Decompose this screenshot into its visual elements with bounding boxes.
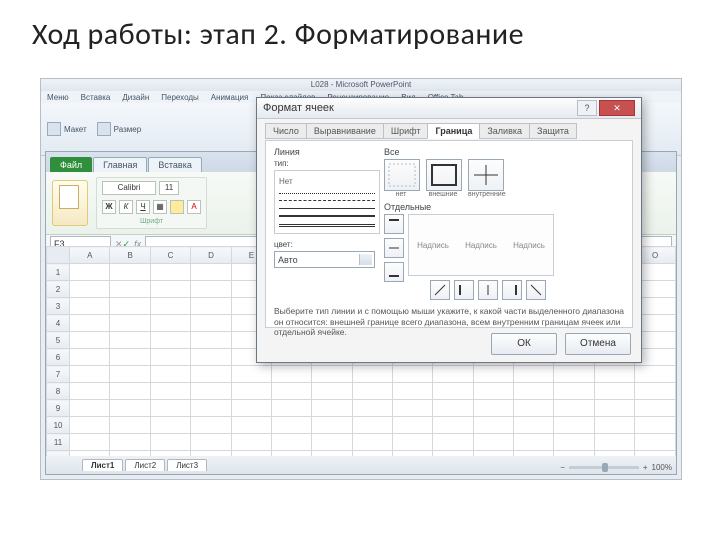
- ppt-menu-item[interactable]: Меню: [47, 93, 69, 102]
- border-right-button[interactable]: [502, 280, 522, 300]
- preset-none[interactable]: [384, 159, 420, 191]
- separate-section-label: Отдельные: [384, 202, 620, 212]
- dialog-tab-number[interactable]: Число: [265, 123, 307, 139]
- cancel-button[interactable]: Отмена: [565, 333, 631, 355]
- preset-outline[interactable]: [426, 159, 462, 191]
- sheet-tab[interactable]: Лист2: [125, 459, 165, 471]
- line-color-label: цвет:: [274, 240, 384, 249]
- dialog-tab-font[interactable]: Шрифт: [383, 123, 429, 139]
- ppt-menu-item[interactable]: Дизайн: [122, 93, 149, 102]
- dialog-tab-alignment[interactable]: Выравнивание: [306, 123, 384, 139]
- line-section-label: Линия: [274, 147, 384, 157]
- italic-button[interactable]: К: [119, 200, 133, 214]
- slide-title: Ход работы: этап 2. Форматирование: [0, 0, 720, 53]
- font-color-button[interactable]: A: [187, 200, 201, 214]
- fill-color-button[interactable]: [170, 200, 184, 214]
- ppt-menu-item[interactable]: Анимация: [211, 93, 249, 102]
- powerpoint-titlebar: L028 - Microsoft PowerPoint: [41, 79, 681, 91]
- sheet-tab-strip: Лист1 Лист2 Лист3 −+ 100%: [46, 456, 676, 474]
- border-preview[interactable]: Надпись Надпись Надпись: [408, 214, 554, 276]
- dialog-tab-border[interactable]: Граница: [427, 123, 480, 139]
- bold-button[interactable]: Ж: [102, 200, 116, 214]
- excel-tab-insert[interactable]: Вставка: [148, 157, 201, 172]
- select-all-corner[interactable]: [47, 247, 70, 264]
- border-button[interactable]: ▦: [153, 200, 167, 214]
- dialog-tab-fill[interactable]: Заливка: [479, 123, 530, 139]
- row-header[interactable]: 1: [47, 264, 70, 281]
- excel-tab-file[interactable]: Файл: [50, 157, 92, 172]
- close-button[interactable]: ✕: [599, 100, 635, 116]
- ppt-menu-item[interactable]: Переходы: [161, 93, 199, 102]
- all-section-label: Все: [384, 147, 620, 157]
- row-header[interactable]: 8: [47, 383, 70, 400]
- embedded-screenshot: L028 - Microsoft PowerPoint Меню Вставка…: [40, 78, 682, 480]
- row-header[interactable]: 9: [47, 400, 70, 417]
- font-group-label: Шрифт: [102, 218, 201, 225]
- line-style-list[interactable]: Нет: [274, 170, 380, 234]
- underline-button[interactable]: Ч: [136, 200, 150, 214]
- row-header[interactable]: 6: [47, 349, 70, 366]
- row-header[interactable]: 7: [47, 366, 70, 383]
- ppt-ribbon-size[interactable]: Размер: [97, 107, 142, 151]
- font-group: Calibri11 Ж К Ч ▦ A Шрифт: [96, 177, 207, 229]
- row-header[interactable]: 4: [47, 315, 70, 332]
- line-type-label: тип:: [274, 159, 384, 168]
- zoom-slider[interactable]: [569, 466, 639, 469]
- font-name-combo[interactable]: Calibri: [102, 181, 156, 195]
- excel-tab-home[interactable]: Главная: [93, 157, 147, 172]
- row-header[interactable]: 2: [47, 281, 70, 298]
- format-cells-dialog: Формат ячеек ? ✕ Число Выравнивание Шриф…: [256, 97, 642, 363]
- help-button[interactable]: ?: [577, 100, 597, 116]
- preset-inside-label: внутренние: [468, 191, 502, 198]
- ok-button[interactable]: ОК: [491, 333, 557, 355]
- row-header[interactable]: 3: [47, 298, 70, 315]
- row-header[interactable]: 10: [47, 417, 70, 434]
- ppt-ribbon-layout[interactable]: Макет: [47, 107, 87, 151]
- border-top-button[interactable]: [384, 214, 404, 234]
- col-header[interactable]: C: [150, 247, 190, 264]
- border-hmid-button[interactable]: [384, 238, 404, 258]
- preset-inside[interactable]: [468, 159, 504, 191]
- font-size-combo[interactable]: 11: [159, 181, 179, 195]
- border-bottom-button[interactable]: [384, 262, 404, 282]
- line-color-combo[interactable]: Авто: [274, 251, 375, 268]
- dialog-tab-protection[interactable]: Защита: [529, 123, 577, 139]
- border-left-button[interactable]: [454, 280, 474, 300]
- row-header[interactable]: 11: [47, 434, 70, 451]
- ppt-menu-item[interactable]: Вставка: [81, 93, 111, 102]
- border-diag-up-button[interactable]: [430, 280, 450, 300]
- col-header[interactable]: A: [70, 247, 110, 264]
- sheet-tab[interactable]: Лист3: [167, 459, 207, 471]
- dialog-title: Формат ячеек: [263, 102, 334, 114]
- row-header[interactable]: 5: [47, 332, 70, 349]
- zoom-value: 100%: [652, 463, 672, 472]
- sheet-tab[interactable]: Лист1: [82, 459, 123, 471]
- col-header[interactable]: B: [110, 247, 150, 264]
- preset-none-label: нет: [384, 191, 418, 198]
- preset-outline-label: внешние: [426, 191, 460, 198]
- border-vmid-button[interactable]: [478, 280, 498, 300]
- col-header[interactable]: D: [191, 247, 231, 264]
- dialog-tabs: Число Выравнивание Шрифт Граница Заливка…: [257, 119, 641, 139]
- border-diag-down-button[interactable]: [526, 280, 546, 300]
- paste-button[interactable]: [52, 180, 88, 226]
